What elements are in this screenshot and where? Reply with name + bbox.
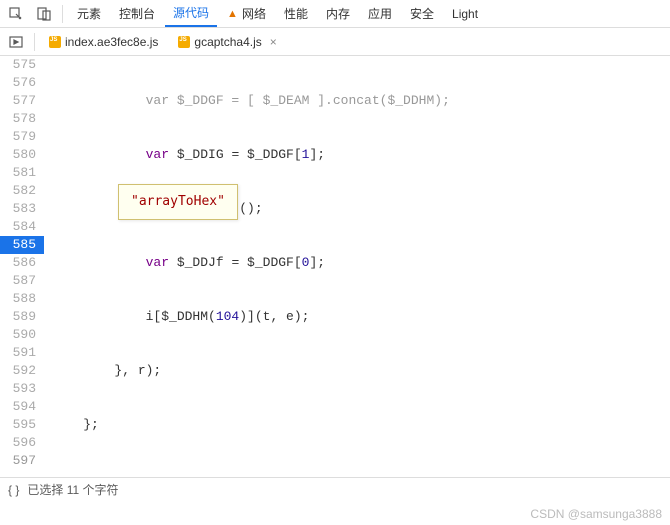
devtools-toolbar: 元素 控制台 源代码 ▲网络 性能 内存 应用 安全 Light xyxy=(0,0,670,28)
js-file-icon xyxy=(49,36,61,48)
status-text: 已选择 11 个字符 xyxy=(27,481,118,498)
file-tab-1[interactable]: index.ae3fec8e.js xyxy=(41,31,166,53)
warning-icon: ▲ xyxy=(227,8,238,20)
code-line: }; xyxy=(44,416,670,434)
panel-tabs: 元素 控制台 源代码 ▲网络 性能 内存 应用 安全 Light xyxy=(69,0,486,27)
file-tab-2[interactable]: gcaptcha4.js× xyxy=(170,31,284,53)
file-tabs-bar: index.ae3fec8e.js gcaptcha4.js× xyxy=(0,28,670,56)
code-line: var $_DDJf = $_DDGF[0]; xyxy=(44,254,670,272)
tab-security[interactable]: 安全 xyxy=(402,1,442,26)
tab-memory[interactable]: 内存 xyxy=(318,1,358,26)
divider xyxy=(62,5,63,23)
divider xyxy=(34,33,35,51)
watermark: CSDN @samsunga3888 xyxy=(530,507,662,521)
line-gutter: 5755765775785795805815825835845855865875… xyxy=(0,56,44,470)
tab-network[interactable]: ▲网络 xyxy=(219,1,274,26)
code-line: var $_DDIG = $_DDGF[1]; xyxy=(44,146,670,164)
code-line: var $_DDGF = [ $_DEAM ].concat($_DDHM); xyxy=(44,92,670,110)
hover-tooltip: "arrayToHex" xyxy=(118,184,238,220)
code-line: }, r); xyxy=(44,362,670,380)
code-line: i[$_DDHM(104)](t, e); xyxy=(44,308,670,326)
tab-elements[interactable]: 元素 xyxy=(69,1,109,26)
close-icon[interactable]: × xyxy=(270,35,277,49)
device-icon[interactable] xyxy=(32,2,56,26)
js-file-icon xyxy=(178,36,190,48)
code-content[interactable]: var $_DDGF = [ $_DEAM ].concat($_DDHM); … xyxy=(44,56,670,478)
braces-icon[interactable]: { } xyxy=(8,483,19,497)
code-editor[interactable]: 5755765775785795805815825835845855865875… xyxy=(0,56,670,478)
tab-performance[interactable]: 性能 xyxy=(276,1,316,26)
tab-lighthouse[interactable]: Light xyxy=(444,3,486,25)
tab-application[interactable]: 应用 xyxy=(360,1,400,26)
status-bar: { } 已选择 11 个字符 xyxy=(0,477,670,501)
run-icon[interactable] xyxy=(4,30,28,54)
inspect-icon[interactable] xyxy=(4,2,28,26)
tab-sources[interactable]: 源代码 xyxy=(165,0,217,27)
tab-console[interactable]: 控制台 xyxy=(111,1,163,26)
